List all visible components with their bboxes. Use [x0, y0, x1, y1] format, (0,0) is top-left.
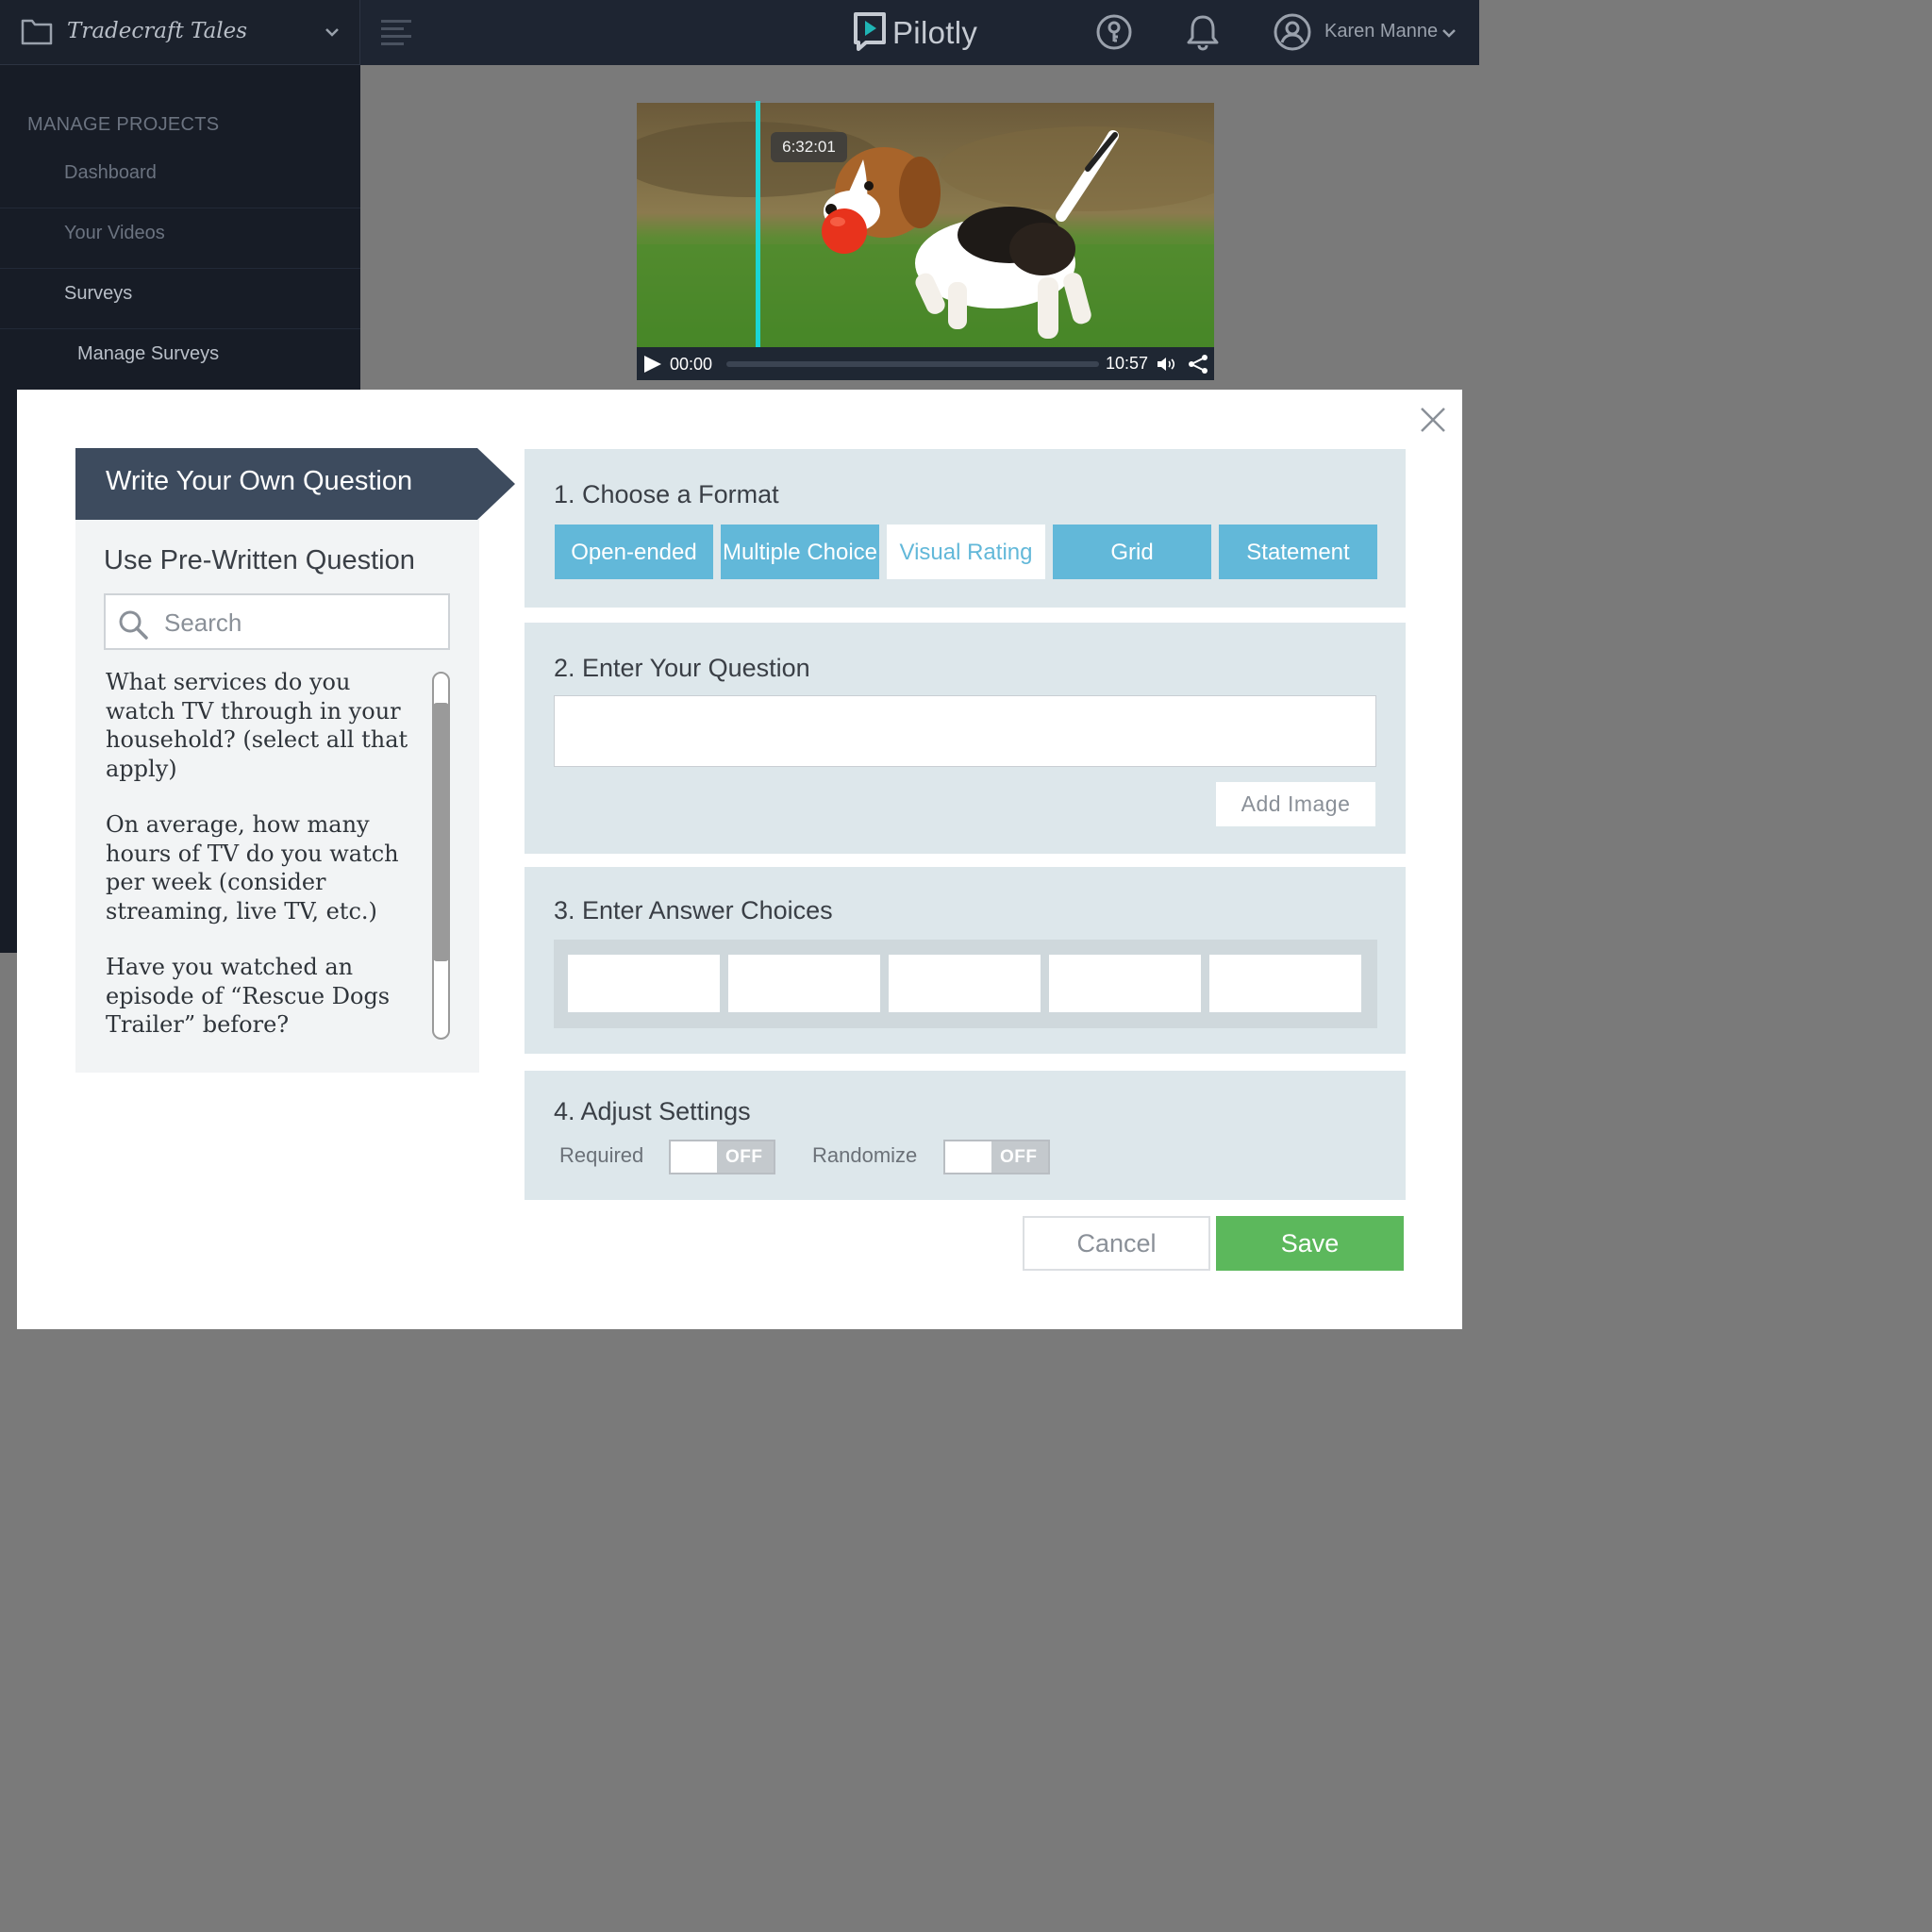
- answer-choice-input[interactable]: [889, 955, 1041, 1012]
- user-menu-chevron-icon[interactable]: [1441, 26, 1457, 43]
- video-player[interactable]: [637, 103, 1214, 380]
- sidebar-item-surveys[interactable]: Surveys: [64, 263, 132, 324]
- answer-choice-input[interactable]: [728, 955, 880, 1012]
- video-controls: 00:00 10:57: [637, 347, 1214, 380]
- required-label: Required: [559, 1143, 644, 1167]
- format-multiple-choice-button[interactable]: Multiple Choice: [721, 525, 879, 579]
- save-button[interactable]: Save: [1216, 1216, 1404, 1271]
- scrollbar-thumb[interactable]: [433, 703, 449, 961]
- sidebar-item-your-videos[interactable]: Your Videos: [64, 203, 165, 263]
- toggle-state: OFF: [1000, 1147, 1038, 1167]
- step-2-title: 2. Enter Your Question: [554, 654, 810, 682]
- adjust-settings-section: 4. Adjust Settings Required OFF Randomiz…: [525, 1071, 1406, 1200]
- sidebar-heading: MANAGE PROJECTS: [27, 114, 220, 135]
- sidebar-item-dashboard[interactable]: Dashboard: [64, 142, 157, 203]
- play-icon[interactable]: [644, 356, 661, 373]
- answer-choice-input[interactable]: [568, 955, 720, 1012]
- video-playhead-marker[interactable]: [756, 101, 760, 368]
- folder-icon: [21, 17, 53, 50]
- logo-text: Pilotly: [892, 15, 978, 50]
- user-name[interactable]: Karen Manne: [1324, 21, 1438, 42]
- close-icon[interactable]: [1419, 406, 1447, 439]
- project-name: Tradecraft Tales: [67, 19, 248, 43]
- toggle-state: OFF: [725, 1147, 763, 1167]
- video-duration: 10:57: [1106, 354, 1149, 373]
- share-icon[interactable]: [1188, 355, 1208, 378]
- hamburger-menu-icon[interactable]: [381, 18, 413, 53]
- choose-format-section: 1. Choose a Format Open-ended Multiple C…: [525, 449, 1406, 608]
- step-1-title: 1. Choose a Format: [554, 480, 779, 508]
- current-time: 00:00: [670, 355, 713, 374]
- cancel-button[interactable]: Cancel: [1023, 1216, 1210, 1271]
- pilotly-logo-icon: [853, 11, 887, 56]
- answer-choice-input[interactable]: [1049, 955, 1201, 1012]
- answer-choices-row: [554, 940, 1377, 1028]
- help-key-icon[interactable]: [1095, 13, 1133, 56]
- bell-icon[interactable]: [1185, 13, 1221, 56]
- prewritten-question-item[interactable]: Have you watched an episode of “Rescue D…: [106, 953, 425, 1040]
- video-progress-track[interactable]: [726, 361, 1099, 367]
- pilotly-logo[interactable]: Pilotly: [853, 11, 978, 56]
- add-question-modal: Write Your Own Question Use Pre-Written …: [17, 390, 1462, 1329]
- video-frame-puppy: [637, 103, 1214, 348]
- step-4-title: 4. Adjust Settings: [554, 1097, 751, 1125]
- toggle-knob: [671, 1141, 717, 1173]
- add-image-button[interactable]: Add Image: [1216, 782, 1375, 826]
- prewritten-question-item[interactable]: On average, how many hours of TV do you …: [106, 810, 425, 925]
- step-3-title: 3. Enter Answer Choices: [554, 896, 833, 924]
- answer-choice-input[interactable]: [1209, 955, 1361, 1012]
- sidebar-divider: [0, 268, 360, 269]
- user-avatar-icon[interactable]: [1274, 13, 1311, 56]
- search-input[interactable]: Search: [104, 593, 450, 650]
- volume-icon[interactable]: [1157, 356, 1177, 377]
- project-selector[interactable]: Tradecraft Tales: [0, 0, 360, 65]
- format-visual-rating-button[interactable]: Visual Rating: [887, 525, 1045, 579]
- randomize-label: Randomize: [812, 1143, 918, 1167]
- chevron-down-icon: [325, 25, 340, 42]
- tab-prewritten-question[interactable]: Use Pre-Written Question: [104, 545, 415, 576]
- search-icon: [117, 608, 149, 645]
- answer-choices-section: 3. Enter Answer Choices: [525, 867, 1406, 1054]
- enter-question-section: 2. Enter Your Question Add Image: [525, 623, 1406, 854]
- playhead-time-tooltip: 6:32:01: [771, 132, 847, 162]
- top-bar: Tradecraft Tales Pilotly Karen Manne: [0, 0, 1479, 65]
- randomize-toggle[interactable]: OFF: [943, 1140, 1050, 1174]
- prewritten-question-list: What services do you watch TV through in…: [106, 668, 425, 1067]
- format-grid-button[interactable]: Grid: [1053, 525, 1211, 579]
- required-toggle[interactable]: OFF: [669, 1140, 775, 1174]
- question-input[interactable]: [554, 695, 1376, 767]
- toggle-knob: [945, 1141, 991, 1173]
- sidebar-item-manage-surveys[interactable]: Manage Surveys: [77, 324, 219, 384]
- prewritten-question-item[interactable]: What services do you watch TV through in…: [106, 668, 425, 783]
- search-placeholder: Search: [164, 608, 242, 637]
- tab-write-own-question-label: Write Your Own Question: [106, 466, 413, 496]
- format-open-ended-button[interactable]: Open-ended: [555, 525, 713, 579]
- format-statement-button[interactable]: Statement: [1219, 525, 1377, 579]
